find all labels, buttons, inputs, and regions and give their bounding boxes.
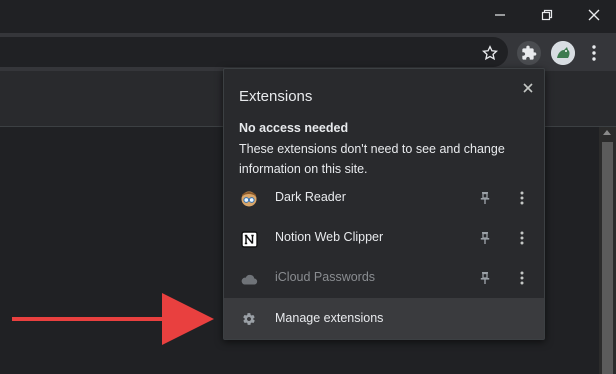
pin-button[interactable] <box>477 270 493 286</box>
pin-button[interactable] <box>477 190 493 206</box>
scroll-up-arrow-icon[interactable] <box>603 130 611 135</box>
icloud-icon <box>240 270 258 288</box>
pin-button[interactable] <box>477 230 493 246</box>
minimize-button[interactable] <box>480 0 520 30</box>
section-title: No access needed <box>239 121 349 135</box>
popup-title: Extensions <box>239 88 313 105</box>
kebab-menu-icon <box>520 231 524 245</box>
pin-icon <box>480 272 490 284</box>
address-bar[interactable] <box>0 37 508 67</box>
dark-reader-icon <box>240 190 258 208</box>
popup-close-button[interactable] <box>517 77 539 99</box>
extension-menu-button[interactable] <box>514 189 530 207</box>
close-icon <box>523 83 533 93</box>
restore-icon <box>541 9 553 21</box>
extension-name: Dark Reader <box>275 190 346 204</box>
extension-menu-button[interactable] <box>514 269 530 287</box>
bookmark-star-button[interactable] <box>480 43 500 63</box>
extension-row-icloud[interactable]: iCloud Passwords <box>224 258 544 298</box>
pin-icon <box>480 192 490 204</box>
manage-extensions-button[interactable]: Manage extensions <box>224 298 544 339</box>
minimize-icon <box>495 14 505 16</box>
extensions-button[interactable] <box>517 41 541 65</box>
extensions-popup: Extensions No access needed These extens… <box>223 68 545 340</box>
star-icon <box>482 45 498 61</box>
restore-button[interactable] <box>527 0 567 30</box>
browser-menu-button[interactable] <box>586 43 602 63</box>
gear-icon <box>241 311 257 327</box>
puzzle-icon <box>522 45 537 60</box>
extension-row-dark-reader[interactable]: Dark Reader <box>224 178 544 218</box>
avatar <box>551 41 575 65</box>
close-window-button[interactable] <box>574 0 614 30</box>
title-bar <box>0 0 616 33</box>
manage-extensions-label: Manage extensions <box>275 311 384 325</box>
extension-menu-button[interactable] <box>514 229 530 247</box>
kebab-menu-icon <box>520 271 524 285</box>
section-description: These extensions don't need to see and c… <box>239 142 505 176</box>
red-arrow-icon <box>12 293 214 345</box>
profile-avatar[interactable] <box>551 41 575 65</box>
kebab-menu-icon <box>592 45 596 61</box>
notion-icon <box>240 230 258 248</box>
extension-row-notion[interactable]: Notion Web Clipper <box>224 218 544 258</box>
kebab-menu-icon <box>520 191 524 205</box>
close-icon <box>588 9 600 21</box>
scrollbar-thumb[interactable] <box>602 142 613 374</box>
pin-icon <box>480 232 490 244</box>
extension-name: iCloud Passwords <box>275 270 376 284</box>
extension-name: Notion Web Clipper <box>275 230 384 244</box>
